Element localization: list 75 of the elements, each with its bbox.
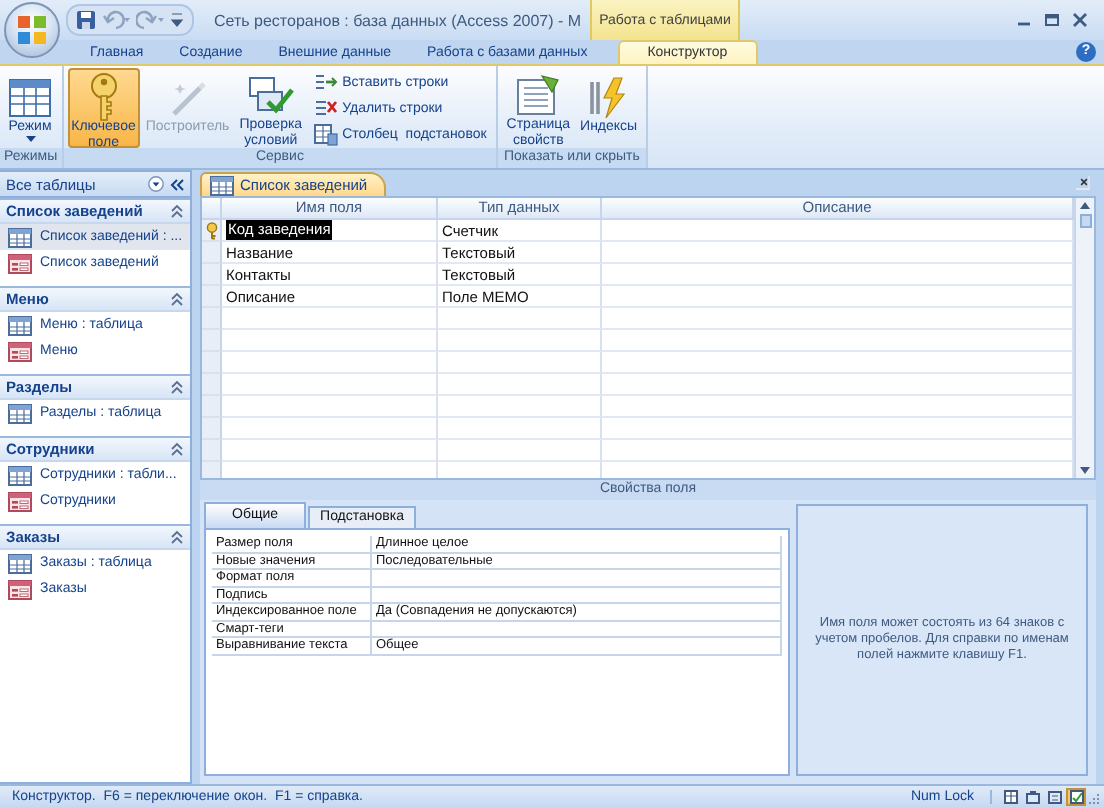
row-selector[interactable] bbox=[202, 220, 222, 242]
form-icon bbox=[8, 341, 32, 361]
property-sheet-icon bbox=[514, 74, 563, 118]
datasheet-view-icon bbox=[1003, 790, 1017, 804]
window-title: Сеть ресторанов : база данных (Access 2007) - M bbox=[214, 11, 582, 29]
view-button[interactable] bbox=[1022, 788, 1042, 806]
check-table-icon bbox=[246, 74, 295, 118]
collapse-icon[interactable] bbox=[170, 380, 184, 394]
description-cell[interactable] bbox=[602, 440, 1074, 462]
office-button[interactable] bbox=[4, 2, 60, 58]
table-icon bbox=[8, 315, 32, 335]
lookup-column-icon bbox=[314, 123, 339, 145]
description-cell[interactable] bbox=[602, 418, 1074, 440]
caret-icon bbox=[25, 136, 35, 144]
table-icon bbox=[8, 227, 32, 247]
select-all-button[interactable] bbox=[202, 198, 222, 220]
collapse-icon[interactable] bbox=[170, 530, 184, 544]
description-cell[interactable] bbox=[602, 330, 1074, 352]
view-button[interactable] bbox=[1066, 788, 1086, 806]
description-cell[interactable] bbox=[602, 352, 1074, 374]
key-icon bbox=[203, 221, 219, 239]
data-type-cell[interactable] bbox=[438, 396, 602, 418]
datasheet-icon bbox=[8, 77, 52, 117]
close-icon[interactable] bbox=[1072, 12, 1088, 28]
field-name-cell[interactable] bbox=[222, 440, 438, 462]
description-cell[interactable] bbox=[602, 264, 1074, 286]
description-cell[interactable] bbox=[602, 308, 1074, 330]
field-name-cell[interactable] bbox=[222, 418, 438, 440]
scrollbar[interactable] bbox=[1074, 198, 1094, 478]
collapse-icon[interactable] bbox=[170, 204, 184, 218]
save-icon[interactable] bbox=[76, 10, 96, 30]
collapse-icon[interactable] bbox=[170, 292, 184, 306]
data-type-cell[interactable] bbox=[438, 308, 602, 330]
property-value[interactable] bbox=[372, 587, 782, 604]
form-icon bbox=[8, 491, 32, 511]
maximize-icon[interactable] bbox=[1044, 12, 1060, 28]
description-cell[interactable] bbox=[602, 286, 1074, 308]
insert-rows-icon bbox=[314, 72, 339, 92]
scroll-up-icon[interactable] bbox=[1080, 202, 1090, 210]
view-button[interactable] bbox=[1044, 788, 1064, 806]
data-type-cell[interactable] bbox=[438, 352, 602, 374]
property-value[interactable] bbox=[372, 570, 782, 587]
field-name-cell[interactable] bbox=[222, 374, 438, 396]
delete-rows-icon bbox=[314, 98, 339, 118]
data-type-cell[interactable] bbox=[438, 440, 602, 462]
dropdown-icon[interactable] bbox=[148, 176, 164, 192]
property-value[interactable] bbox=[372, 621, 782, 638]
lightning-icon bbox=[586, 75, 631, 119]
form-icon bbox=[8, 253, 32, 273]
description-cell[interactable] bbox=[602, 220, 1074, 242]
table-icon bbox=[8, 465, 32, 485]
form-icon bbox=[8, 579, 32, 599]
collapse-icon[interactable] bbox=[170, 442, 184, 456]
table-icon bbox=[8, 403, 32, 423]
scroll-down-icon[interactable] bbox=[1080, 466, 1090, 474]
office-logo-icon bbox=[16, 14, 48, 46]
data-type-cell[interactable] bbox=[438, 330, 602, 352]
description-cell[interactable] bbox=[602, 242, 1074, 264]
data-type-cell[interactable] bbox=[438, 374, 602, 396]
field-name-cell[interactable] bbox=[222, 308, 438, 330]
field-name-cell[interactable] bbox=[222, 330, 438, 352]
design-view-icon bbox=[1069, 790, 1083, 804]
data-type-cell[interactable] bbox=[438, 418, 602, 440]
collapse-pane-icon[interactable] bbox=[170, 177, 184, 191]
table-icon bbox=[8, 553, 32, 573]
dropdown-icon[interactable] bbox=[170, 12, 184, 28]
description-cell[interactable] bbox=[602, 374, 1074, 396]
scroll-thumb[interactable] bbox=[1079, 214, 1091, 228]
description-cell[interactable] bbox=[602, 396, 1074, 418]
pivot-chart-view-icon bbox=[1047, 790, 1061, 804]
field-name-cell[interactable] bbox=[222, 352, 438, 374]
field-name-cell[interactable] bbox=[222, 396, 438, 418]
resize-grip-icon bbox=[1088, 791, 1100, 803]
view-button[interactable] bbox=[1000, 788, 1020, 806]
pivot-table-view-icon bbox=[1025, 790, 1039, 804]
